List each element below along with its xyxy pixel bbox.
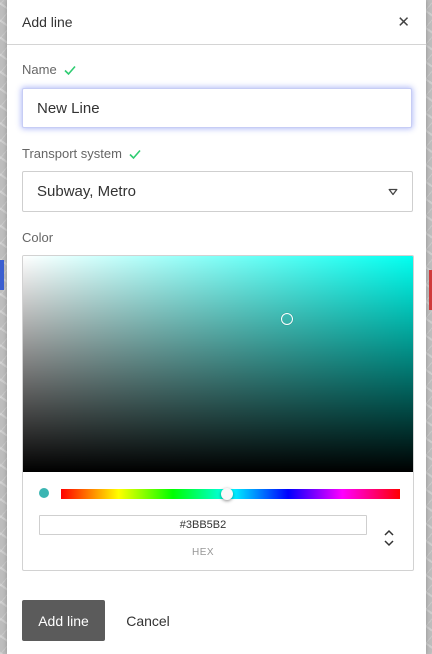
check-icon <box>129 149 141 159</box>
saturation-pointer[interactable] <box>281 313 293 325</box>
hex-label: HEX <box>191 547 215 558</box>
check-icon <box>64 65 76 75</box>
close-icon: ✕ <box>397 13 410 31</box>
dialog-title: Add line <box>22 14 73 30</box>
color-label: Color <box>22 230 54 245</box>
dialog-header: Add line ✕ <box>7 0 426 45</box>
saturation-area[interactable] <box>23 256 413 472</box>
add-line-button[interactable]: Add line <box>22 600 105 641</box>
color-swatch <box>39 488 49 498</box>
hex-input[interactable] <box>39 515 367 535</box>
name-label-row: Name <box>22 62 77 77</box>
caret-down-icon <box>388 188 398 195</box>
transport-system-select[interactable]: Subway, Metro <box>22 171 413 212</box>
color-label-row: Color <box>22 230 53 245</box>
name-label: Name <box>22 62 57 77</box>
chevron-up-down-icon[interactable] <box>382 528 396 548</box>
add-line-dialog: Add line ✕ Name Transport system Subway,… <box>7 0 426 654</box>
hue-slider-thumb[interactable] <box>221 488 234 500</box>
transport-label-row: Transport system <box>22 146 142 161</box>
close-button[interactable]: ✕ <box>395 13 412 32</box>
name-input[interactable] <box>22 88 412 128</box>
transport-label: Transport system <box>22 146 122 161</box>
color-picker: HEX <box>22 255 414 571</box>
transport-system-value: Subway, Metro <box>37 183 136 200</box>
cancel-button[interactable]: Cancel <box>115 600 181 641</box>
map-route-segment <box>0 260 4 290</box>
